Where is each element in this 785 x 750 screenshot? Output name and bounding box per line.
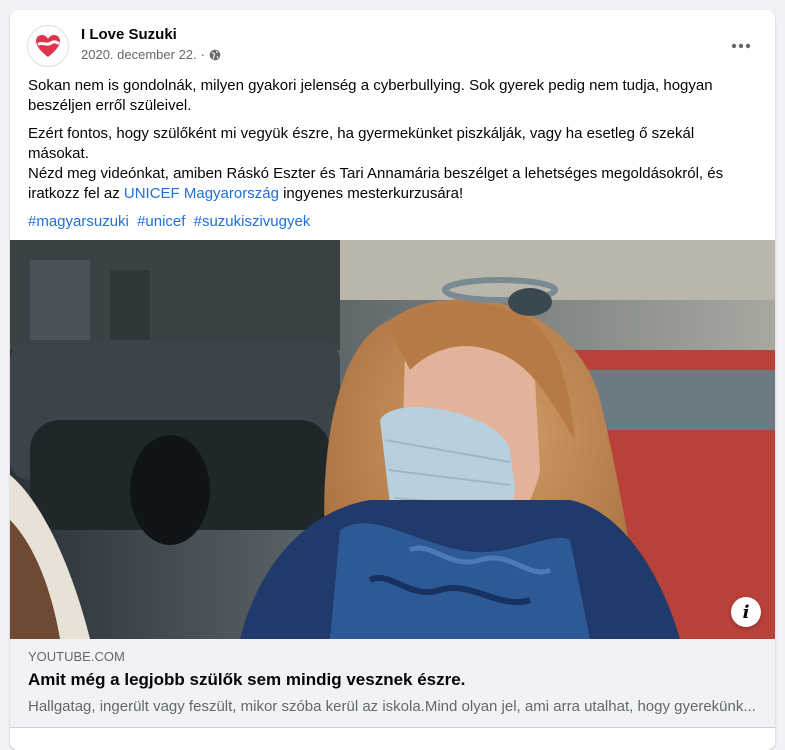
heart-logo-icon xyxy=(36,35,60,57)
hashtags: #magyarsuzuki #unicef #suzukiszivugyek xyxy=(28,212,757,232)
post-date-link[interactable]: 2020. december 22. xyxy=(81,47,197,62)
post-header: I Love Suzuki 2020. december 22. · xyxy=(10,10,775,70)
thumbnail-image xyxy=(10,240,775,639)
hashtag-unicef[interactable]: #unicef xyxy=(137,213,185,230)
page-name-link[interactable]: I Love Suzuki xyxy=(81,26,177,43)
hashtag-magyarsuzuki[interactable]: #magyarsuzuki xyxy=(28,213,129,230)
hashtag-suzukiszivugyek[interactable]: #suzukiszivugyek xyxy=(194,213,311,230)
post-text: Sokan nem is gondolnák, milyen gyakori j… xyxy=(10,70,775,232)
post-meta: 2020. december 22. · xyxy=(81,47,221,62)
video-thumbnail[interactable]: i xyxy=(10,240,775,639)
page-avatar[interactable] xyxy=(27,25,69,67)
unicef-mention-link[interactable]: UNICEF Magyarország xyxy=(124,185,279,202)
meta-separator: · xyxy=(200,47,205,62)
post-paragraph-2-line-2-after: ingyenes mesterkurzusára! xyxy=(278,185,464,202)
post-paragraph-2-line-1: Ezért fontos, hogy szülőként mi vegyük é… xyxy=(28,125,695,162)
link-description: Hallgatag, ingerült vagy feszült, mikor … xyxy=(28,698,756,715)
post-card: I Love Suzuki 2020. december 22. · Sokan… xyxy=(10,10,775,750)
info-icon: i xyxy=(742,601,750,623)
link-title[interactable]: Amit még a legjobb szülők sem mindig ves… xyxy=(28,670,757,690)
more-options-button[interactable] xyxy=(723,28,759,64)
info-button[interactable]: i xyxy=(731,597,761,627)
link-domain: YOUTUBE.COM xyxy=(28,649,125,664)
post-paragraph-1: Sokan nem is gondolnák, milyen gyakori j… xyxy=(28,77,713,114)
post-paragraph-2: Ezért fontos, hogy szülőként mi vegyük é… xyxy=(28,124,757,204)
globe-icon[interactable] xyxy=(209,49,221,61)
more-horizontal-icon xyxy=(731,43,751,49)
link-preview[interactable]: YOUTUBE.COM Amit még a legjobb szülők se… xyxy=(10,639,775,728)
